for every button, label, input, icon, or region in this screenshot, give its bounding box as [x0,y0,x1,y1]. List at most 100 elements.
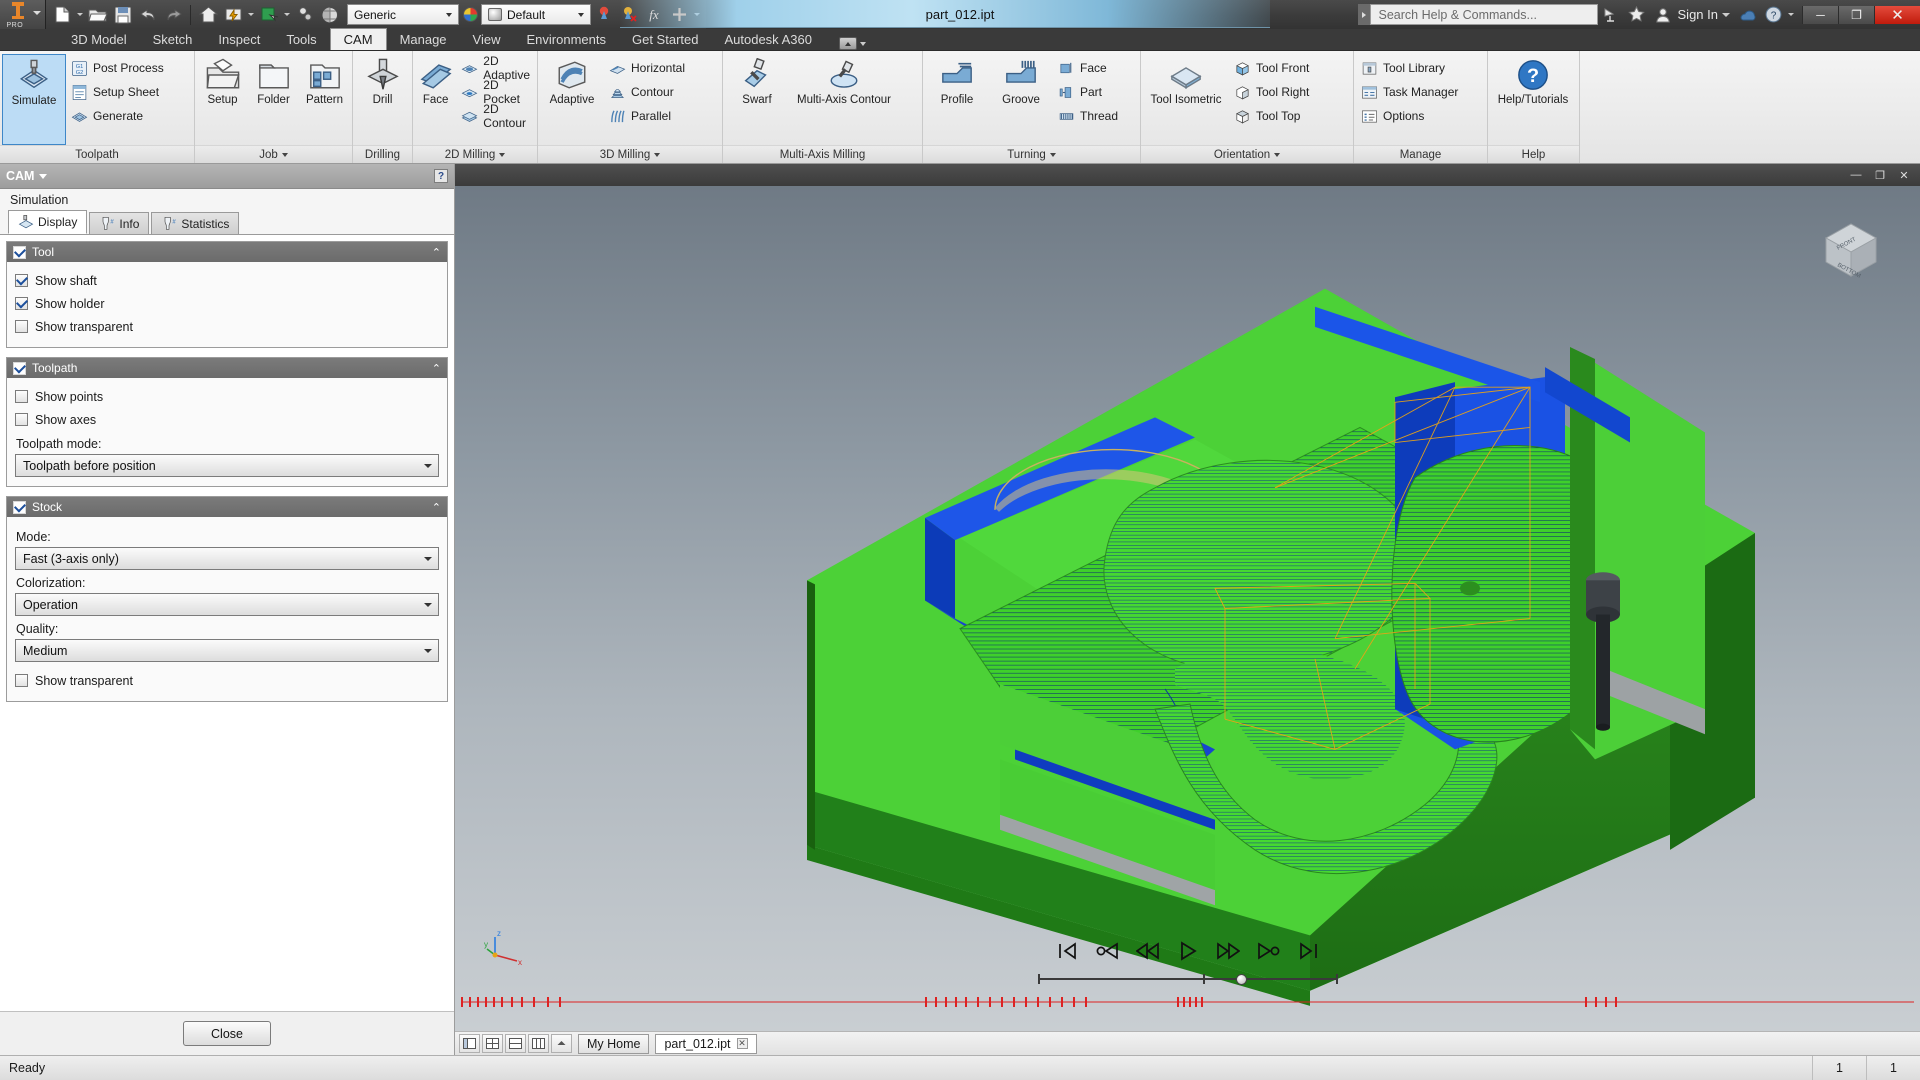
dropdown-mode-[interactable]: Fast (3-axis only) [15,547,439,570]
ribbon-button-simulate[interactable]: Simulate [2,54,66,145]
viewport-restore-button[interactable]: ❐ [1873,168,1887,182]
fast-forward-button[interactable] [1215,939,1241,963]
view-tiles-button[interactable] [459,1034,480,1053]
checkbox-row[interactable]: Show shaft [15,269,439,292]
operation-timeline[interactable] [455,995,1920,1009]
cam-panel-title-bar[interactable]: CAM ? [0,164,454,189]
ribbon-tab-inspect[interactable]: Inspect [205,28,273,50]
view-split-vertical-button[interactable] [528,1034,549,1053]
dropdown-colorization-[interactable]: Operation [15,593,439,616]
cam-tab-info[interactable]: # Info [89,212,150,234]
close-button[interactable]: ✕ [1874,5,1920,24]
group-enable-checkbox[interactable] [13,361,26,375]
rewind-button[interactable] [1135,939,1161,963]
checkbox-row[interactable]: Show holder [15,292,439,315]
slider-thumb[interactable] [1235,973,1247,985]
chevron-down-icon[interactable] [859,41,866,46]
ribbon-tab-sketch[interactable]: Sketch [140,28,206,50]
ribbon-button-horizontal[interactable]: Horizontal [604,56,690,80]
chevron-down-icon[interactable] [499,152,506,157]
ribbon-button-2d-pocket[interactable]: 2D Pocket [456,78,535,106]
user-avatar-icon[interactable] [1650,2,1676,28]
ribbon-collapse-icon[interactable] [838,37,857,50]
ribbon-button-pattern[interactable]: Pattern [299,54,350,145]
document-tab-my-home[interactable]: My Home [578,1033,650,1054]
return-icon[interactable] [257,3,281,27]
group-enable-checkbox[interactable] [13,245,26,259]
undo-icon[interactable] [136,3,160,27]
color-picker-icon[interactable] [592,3,616,27]
application-menu-button[interactable]: PRO [0,0,46,29]
minimize-button[interactable]: ─ [1802,5,1838,24]
checkbox-row[interactable]: Show transparent [15,669,439,692]
view-split-horizontal-button[interactable] [505,1034,526,1053]
ribbon-button-post-process[interactable]: G1 G2 Post Process [66,56,169,80]
save-icon[interactable] [111,3,135,27]
home-icon[interactable] [196,3,220,27]
ribbon-button-groove[interactable]: Groove [989,54,1053,145]
update-dropdown[interactable] [246,3,256,27]
redo-icon[interactable] [161,3,185,27]
chevron-down-icon[interactable] [1274,152,1281,157]
new-file-icon[interactable] [50,3,74,27]
checkbox[interactable] [15,320,28,333]
dropdown-toolpath-mode-[interactable]: Toolpath before position [15,454,439,477]
update-icon[interactable] [221,3,245,27]
checkbox[interactable] [15,274,28,287]
ribbon-button-generate[interactable]: Generate [66,104,169,128]
chevron-up-icon[interactable]: ⌃ [432,501,441,514]
cam-tab-display[interactable]: Display [8,210,88,234]
checkbox[interactable] [15,297,28,310]
cam-group-header[interactable]: Toolpath ⌃ [7,358,447,378]
ribbon-button-options[interactable]: Options [1356,104,1463,128]
ribbon-button-face[interactable]: Face [415,54,456,145]
play-button[interactable] [1175,939,1201,963]
select-icon[interactable] [293,3,317,27]
ribbon-button-drill[interactable]: Drill [355,54,410,145]
checkbox[interactable] [15,413,28,426]
checkbox-row[interactable]: Show axes [15,408,439,431]
ribbon-button-multi-axis-contour[interactable]: Multi-Axis Contour [789,54,899,145]
3d-viewport[interactable]: FRONT BOTTOM z x y [455,186,1920,1031]
chevron-down-icon[interactable] [419,640,436,661]
material-combo[interactable]: Generic [347,4,459,25]
checkbox-row[interactable]: Show points [15,385,439,408]
panel-help-icon[interactable]: ? [434,169,448,183]
group-enable-checkbox[interactable] [13,500,26,514]
ribbon-button-tool-right[interactable]: Tool Right [1229,80,1314,104]
ribbon-tab-3d-model[interactable]: 3D Model [58,28,140,50]
view-grid-button[interactable] [482,1034,503,1053]
ribbon-button-task-manager[interactable]: Task Manager [1356,80,1463,104]
ribbon-tab-manage[interactable]: Manage [387,28,460,50]
document-tab-part[interactable]: part_012.ipt ✕ [655,1033,757,1054]
exchange-app-icon[interactable] [1598,2,1624,28]
appearance-icon[interactable] [318,3,342,27]
checkbox[interactable] [15,674,28,687]
ribbon-button-tool-top[interactable]: Tool Top [1229,104,1314,128]
chevron-down-icon[interactable] [441,5,456,24]
skip-to-start-button[interactable] [1055,939,1081,963]
ribbon-button-tool-isometric[interactable]: Tool Isometric [1143,54,1229,145]
viewport-minimize-button[interactable]: — [1849,168,1863,182]
step-back-section-button[interactable] [1095,939,1121,963]
ribbon-panel-label[interactable]: 3D Milling [538,145,722,163]
ribbon-button-tool-front[interactable]: Tool Front [1229,56,1314,80]
ribbon-panel-label[interactable]: Turning [923,145,1140,163]
chevron-down-icon[interactable] [654,152,661,157]
ribbon-tab-view[interactable]: View [460,28,514,50]
autodesk-360-icon[interactable] [1734,2,1760,28]
ribbon-tab-autodesk-a360[interactable]: Autodesk A360 [711,28,824,50]
clear-color-icon[interactable] [617,3,641,27]
appearance-combo[interactable]: Default [481,4,591,25]
ribbon-panel-label[interactable]: Orientation [1141,145,1353,163]
ribbon-tab-get-started[interactable]: Get Started [619,28,711,50]
chevron-down-icon[interactable] [419,594,436,615]
new-file-dropdown[interactable] [75,3,85,27]
ribbon-button-swarf[interactable]: Swarf [725,54,789,145]
view-more-button[interactable] [551,1034,572,1053]
ribbon-button-contour[interactable]: Contour [604,80,690,104]
close-icon[interactable]: ✕ [736,1038,748,1049]
ribbon-button-adaptive[interactable]: Adaptive [540,54,604,145]
ribbon-panel-label[interactable]: 2D Milling [413,145,537,163]
step-forward-section-button[interactable] [1255,939,1281,963]
